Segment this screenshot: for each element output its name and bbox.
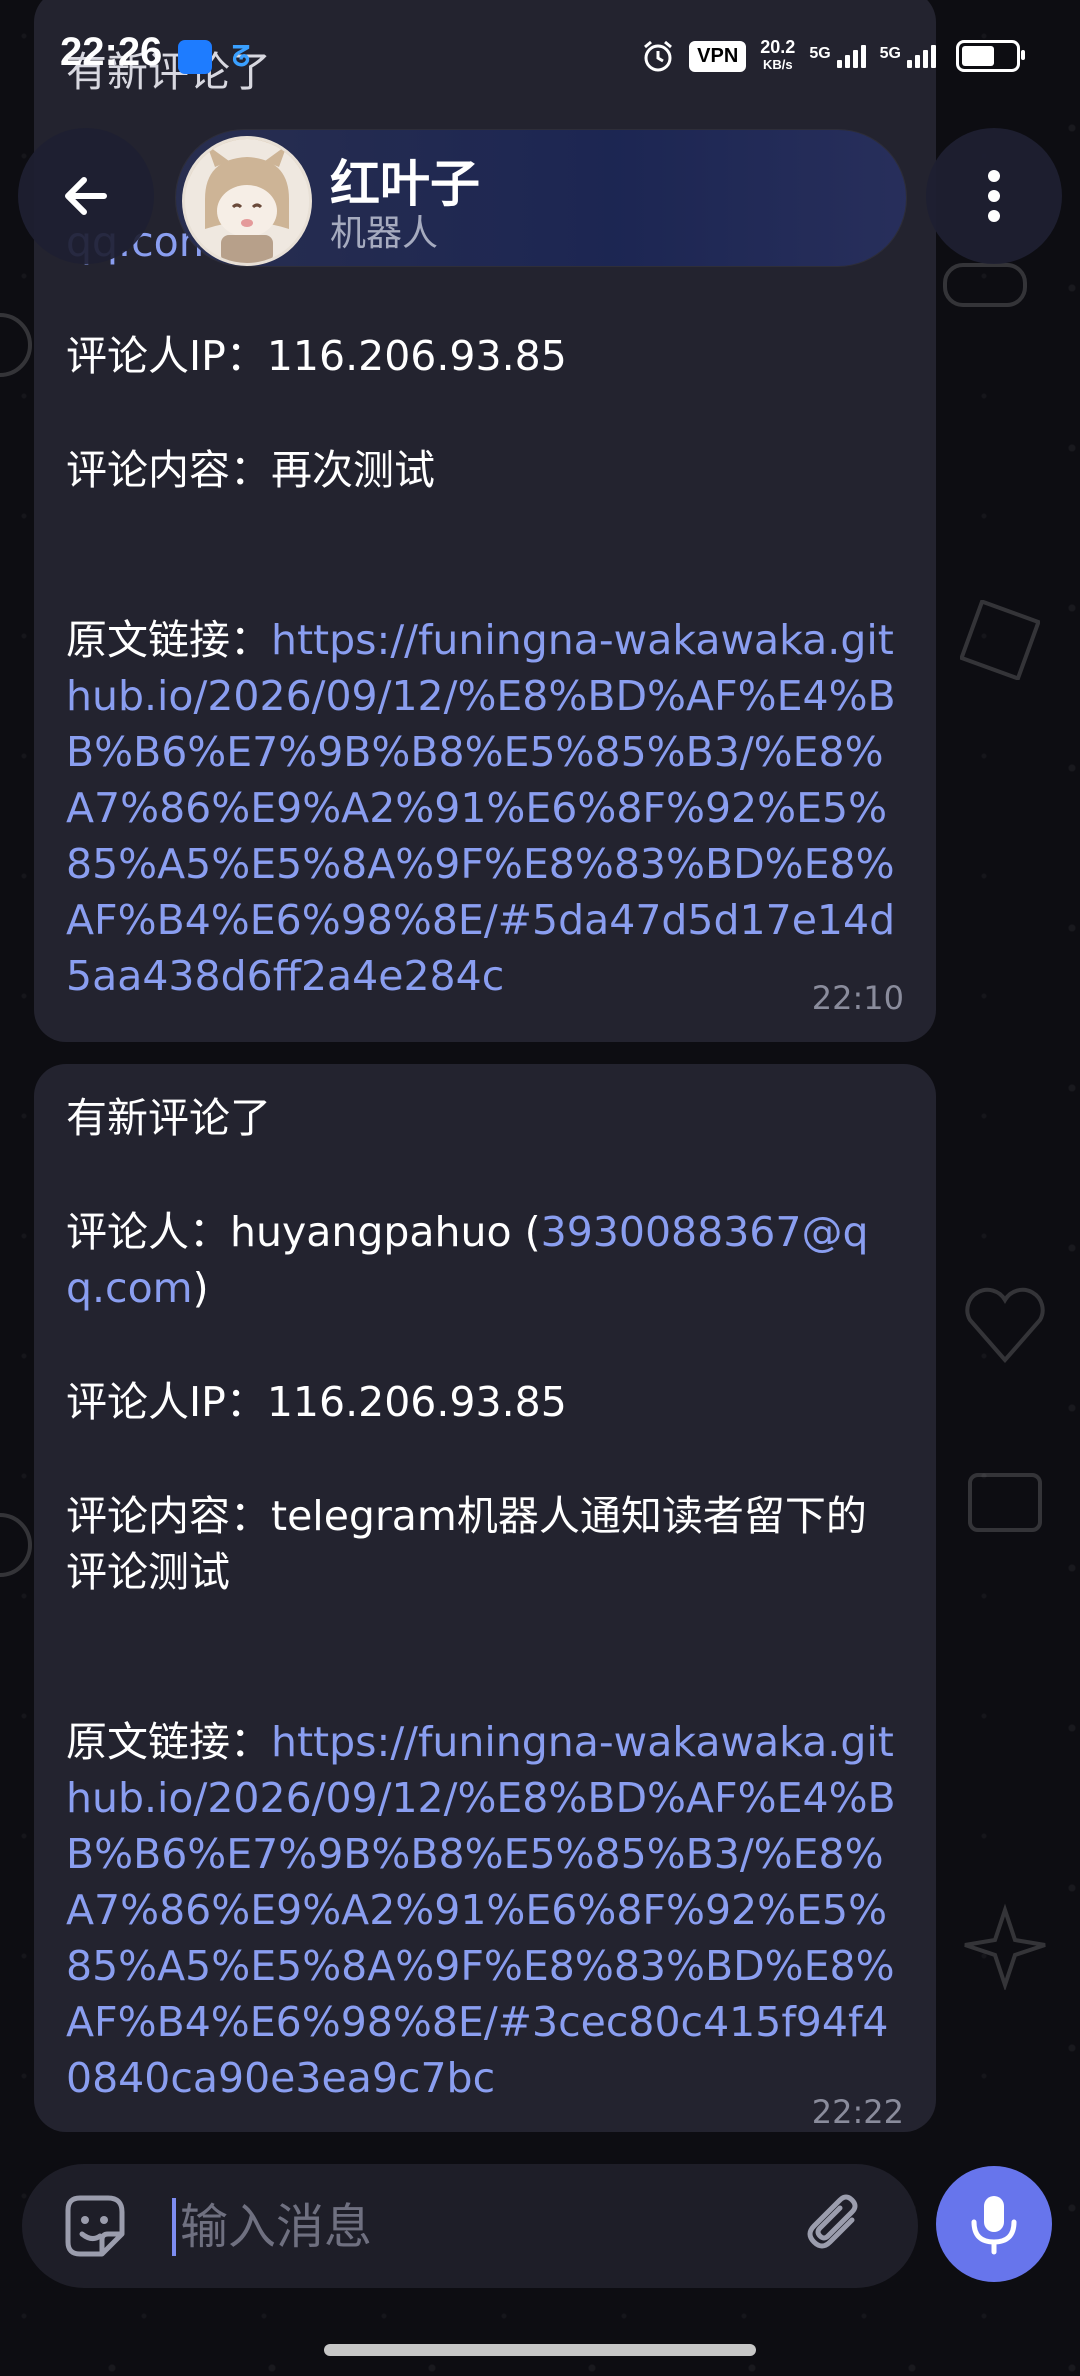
speed-value: 20.2: [760, 37, 796, 57]
content-label: 评论内容：: [66, 1492, 271, 1540]
message-composer: [22, 2164, 918, 2288]
comment-content-line: 评论内容：再次测试: [66, 442, 902, 498]
alarm-icon: [644, 40, 673, 72]
email-close-paren: ): [192, 1264, 209, 1312]
article-link-line: 原文链接：https://funingna-wakawaka.github.io…: [66, 1714, 902, 2106]
network-speed: 20.2 KB/s: [760, 38, 795, 74]
speed-unit: KB/s: [762, 57, 793, 72]
commenter-label: 评论人：: [66, 1208, 230, 1256]
status-time: 22:26: [60, 30, 163, 74]
chat-header[interactable]: 红叶子 机器人: [176, 130, 906, 266]
link-label: 原文链接：: [66, 1718, 271, 1766]
network-type-2: 5G: [879, 44, 901, 62]
ip-value: 116.206.93.85: [266, 1378, 567, 1426]
microphone-icon: [971, 2196, 1017, 2255]
message-time: 22:22: [811, 2093, 904, 2131]
heart-doodle-icon: [965, 1287, 1045, 1364]
commenter-name: huyangpahuo (: [230, 1208, 541, 1256]
battery-icon: [956, 40, 1025, 72]
link-label: 原文链接：: [66, 616, 271, 664]
text-cursor: [172, 2198, 176, 2256]
article-link[interactable]: https://funingna-wakawaka.github.io/2026…: [66, 1718, 896, 2102]
star-doodle-icon: [964, 1903, 1046, 1990]
network-type-1: 5G: [809, 44, 831, 62]
chat-subtitle: 机器人: [330, 213, 439, 254]
console-doodle-icon: [968, 1473, 1042, 1532]
commenter-ip-line: 评论人IP：116.206.93.85: [66, 328, 902, 384]
arrow-left-icon: [65, 177, 107, 215]
content-label: 评论内容：: [66, 446, 271, 494]
more-vertical-icon: [988, 170, 1000, 222]
sticker-icon[interactable]: [58, 2190, 130, 2262]
ip-label: 评论人IP：: [66, 332, 267, 380]
cube-doodle-icon: [960, 600, 1040, 680]
more-options-button[interactable]: [926, 128, 1062, 264]
paperclip-icon[interactable]: [800, 2190, 872, 2262]
avatar-image: [185, 139, 309, 263]
signal-2-icon: 5G: [879, 44, 936, 68]
content-value: 再次测试: [271, 446, 435, 494]
message-time: 22:10: [811, 979, 904, 1017]
app-notification-icon-2: ᘔ: [231, 40, 251, 73]
voice-record-button[interactable]: [936, 2166, 1052, 2282]
ip-value: 116.206.93.85: [266, 332, 567, 380]
signal-1-icon: 5G: [809, 44, 866, 68]
message-header: 有新评论了: [66, 1094, 271, 1142]
commenter-ip-line: 评论人IP：116.206.93.85: [66, 1374, 902, 1430]
commenter-line: 评论人：huyangpahuo (3930088367@qq.com): [66, 1204, 902, 1316]
vpn-badge: VPN: [689, 40, 747, 72]
avatar[interactable]: [182, 136, 312, 266]
home-indicator[interactable]: [324, 2344, 756, 2356]
back-button[interactable]: [18, 128, 154, 264]
comment-content-line: 评论内容：telegram机器人通知读者留下的评论测试: [66, 1488, 902, 1600]
ip-label: 评论人IP：: [66, 1378, 267, 1426]
article-link[interactable]: https://funingna-wakawaka.github.io/2026…: [66, 616, 896, 1000]
message-input[interactable]: [178, 2186, 802, 2268]
app-notification-icon: [178, 40, 212, 74]
message-bubble[interactable]: 有新评论了 评论人：huyangpahuo (3930088367@qq.com…: [34, 1064, 936, 2132]
article-link-line: 原文链接：https://funingna-wakawaka.github.io…: [66, 612, 902, 1004]
status-bar: 22:26 ᘔ VPN 20.2 KB/s 5G 5G: [0, 0, 1080, 118]
